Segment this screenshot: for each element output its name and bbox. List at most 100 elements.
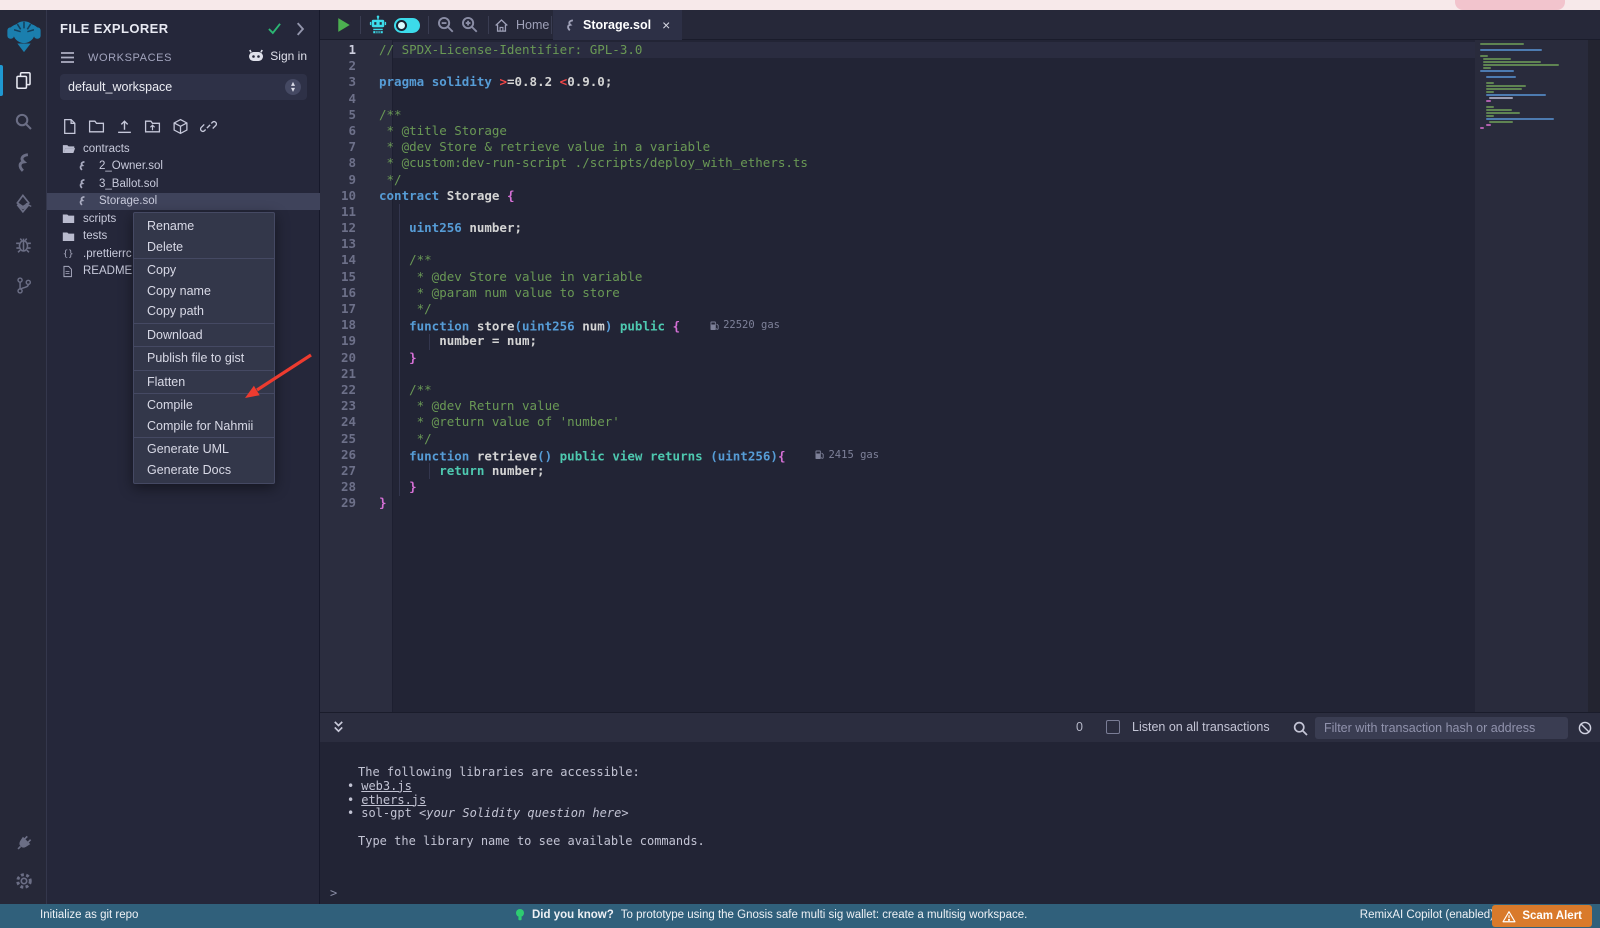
- search-icon: [14, 112, 33, 131]
- code-line-10: 10contract Storage {: [320, 188, 1475, 204]
- new-file-icon[interactable]: [62, 118, 77, 135]
- indent-guide: [429, 463, 430, 479]
- terminal-search-icon[interactable]: [1292, 720, 1309, 737]
- code-line-7: 7 * @dev Store & retrieve value in a var…: [320, 139, 1475, 155]
- ai-robot-icon[interactable]: [368, 15, 388, 35]
- play-icon[interactable]: [337, 17, 351, 33]
- editor-right-edge: [1588, 40, 1600, 712]
- menu-item-compile-for-nahmii[interactable]: Compile for Nahmii: [134, 416, 274, 437]
- terminal-line: •ethers.js: [320, 794, 705, 808]
- terminal-output[interactable]: The following libraries are accessible:•…: [320, 742, 1600, 904]
- menu-item-publish-file-to-gist[interactable]: Publish file to gist: [134, 348, 274, 369]
- code-line-8: 8 * @custom:dev-run-script ./scripts/dep…: [320, 155, 1475, 171]
- braces-icon: {}: [62, 248, 76, 259]
- chevrons-down-icon[interactable]: [332, 719, 345, 735]
- menu-item-flatten[interactable]: Flatten: [134, 372, 274, 393]
- code-line-14: 14 /**: [320, 252, 1475, 268]
- code-line-25: 25 */: [320, 431, 1475, 447]
- zoom-out-icon[interactable]: [436, 15, 455, 34]
- menu-item-generate-docs[interactable]: Generate Docs: [134, 460, 274, 481]
- git-branch-icon: [15, 276, 33, 295]
- editor-toolbar: Home Storage.sol ×: [320, 10, 1600, 40]
- sign-in-button[interactable]: Sign in: [248, 49, 307, 63]
- menu-item-copy-path[interactable]: Copy path: [134, 301, 274, 322]
- file-actions-toolbar: [62, 118, 217, 135]
- menu-item-rename[interactable]: Rename: [134, 216, 274, 237]
- git-init-button[interactable]: Initialize as git repo: [40, 909, 138, 921]
- sidebar-item-file-explorer[interactable]: [0, 60, 47, 101]
- sidebar-item-deploy-run[interactable]: [0, 183, 47, 224]
- file-context-menu: RenameDeleteCopyCopy nameCopy path Downlo…: [133, 212, 275, 484]
- code-line-24: 24 * @return value of 'number': [320, 414, 1475, 430]
- copilot-toggle[interactable]: [394, 18, 420, 33]
- code-line-1: 1// SPDX-License-Identifier: GPL-3.0: [320, 42, 1475, 58]
- workspace-caret-icon: ▴▾: [285, 79, 301, 95]
- code-line-15: 15 * @dev Store value in variable: [320, 269, 1475, 285]
- tree-item-storage-sol[interactable]: Storage.sol: [47, 193, 320, 211]
- code-line-2: 2: [320, 58, 1475, 74]
- terminal-line: [320, 821, 705, 835]
- home-icon: [494, 18, 509, 33]
- copilot-status: RemixAI Copilot (enabled): [1360, 909, 1494, 921]
- code-line-16: 16 * @param num value to store: [320, 285, 1475, 301]
- terminal-line: Type the library name to see available c…: [320, 835, 705, 849]
- listen-label: Listen on all transactions: [1132, 720, 1270, 734]
- indent-guide: [399, 204, 400, 496]
- editor-minimap[interactable]: [1475, 40, 1588, 712]
- sidebar-item-settings[interactable]: [0, 862, 47, 900]
- gear-icon: [15, 872, 33, 890]
- solidity-file-icon: [565, 19, 576, 32]
- code-editor[interactable]: 1// SPDX-License-Identifier: GPL-3.023pr…: [320, 40, 1600, 712]
- close-tab-icon[interactable]: ×: [662, 17, 670, 33]
- sidebar-item-solidity-compiler[interactable]: [0, 142, 47, 183]
- tree-item-2-owner-sol[interactable]: 2_Owner.sol: [47, 158, 320, 176]
- code-line-9: 9 */: [320, 172, 1475, 188]
- scam-alert-badge[interactable]: Scam Alert: [1492, 905, 1592, 927]
- workspaces-menu-icon[interactable]: [60, 51, 75, 64]
- workspaces-label: WORKSPACES: [88, 52, 172, 64]
- terminal-line: •web3.js: [320, 780, 705, 794]
- icon-rail: [0, 10, 47, 904]
- clear-console-icon[interactable]: [1577, 720, 1593, 736]
- terminal-prompt: >: [330, 886, 337, 900]
- main-area: Home Storage.sol × 1// SPDX-License-Iden…: [320, 10, 1600, 904]
- bug-icon: [14, 235, 33, 254]
- terminal-line: The following libraries are accessible:: [320, 766, 705, 780]
- menu-item-compile[interactable]: Compile: [134, 395, 274, 416]
- file-icon: [62, 265, 76, 278]
- tab-storage-sol[interactable]: Storage.sol ×: [553, 10, 682, 40]
- transaction-filter-input[interactable]: [1315, 717, 1568, 739]
- tree-item-3-ballot-sol[interactable]: 3_Ballot.sol: [47, 175, 320, 193]
- tree-item-contracts[interactable]: contracts: [47, 140, 320, 158]
- menu-item-generate-uml[interactable]: Generate UML: [134, 439, 274, 460]
- cube-icon[interactable]: [172, 118, 189, 135]
- remix-logo-icon[interactable]: [0, 10, 47, 60]
- indent-guide: [429, 334, 430, 350]
- zoom-in-icon[interactable]: [460, 15, 479, 34]
- upload-folder-icon[interactable]: [144, 118, 161, 135]
- folder-icon: [62, 213, 76, 224]
- files-icon: [14, 71, 33, 90]
- solidity-icon: [78, 160, 92, 172]
- sidebar-item-search[interactable]: [0, 101, 47, 142]
- listen-checkbox[interactable]: [1106, 720, 1120, 734]
- upload-file-icon[interactable]: [116, 118, 133, 135]
- chevron-right-icon[interactable]: [295, 22, 305, 36]
- link-icon[interactable]: [200, 118, 217, 135]
- code-line-4: 4: [320, 91, 1475, 107]
- workspace-select[interactable]: default_workspace ▴▾: [60, 74, 307, 100]
- new-folder-icon[interactable]: [88, 118, 105, 135]
- sidebar-item-plugin-manager[interactable]: [0, 824, 47, 862]
- sidebar-item-git[interactable]: [0, 265, 47, 306]
- code-line-20: 20 }: [320, 350, 1475, 366]
- menu-item-copy[interactable]: Copy: [134, 260, 274, 281]
- menu-item-delete[interactable]: Delete: [134, 237, 274, 258]
- code-line-18: 18 function store(uint256 num) public {2…: [320, 317, 1475, 333]
- sidebar-item-debugger[interactable]: [0, 224, 47, 265]
- menu-item-download[interactable]: Download: [134, 325, 274, 346]
- code-line-29: 29}: [320, 495, 1475, 511]
- menu-item-copy-name[interactable]: Copy name: [134, 281, 274, 302]
- code-line-22: 22 /**: [320, 382, 1475, 398]
- folder-open-icon: [62, 143, 76, 155]
- did-you-know-tip: Did you know? To prototype using the Gno…: [515, 908, 1027, 922]
